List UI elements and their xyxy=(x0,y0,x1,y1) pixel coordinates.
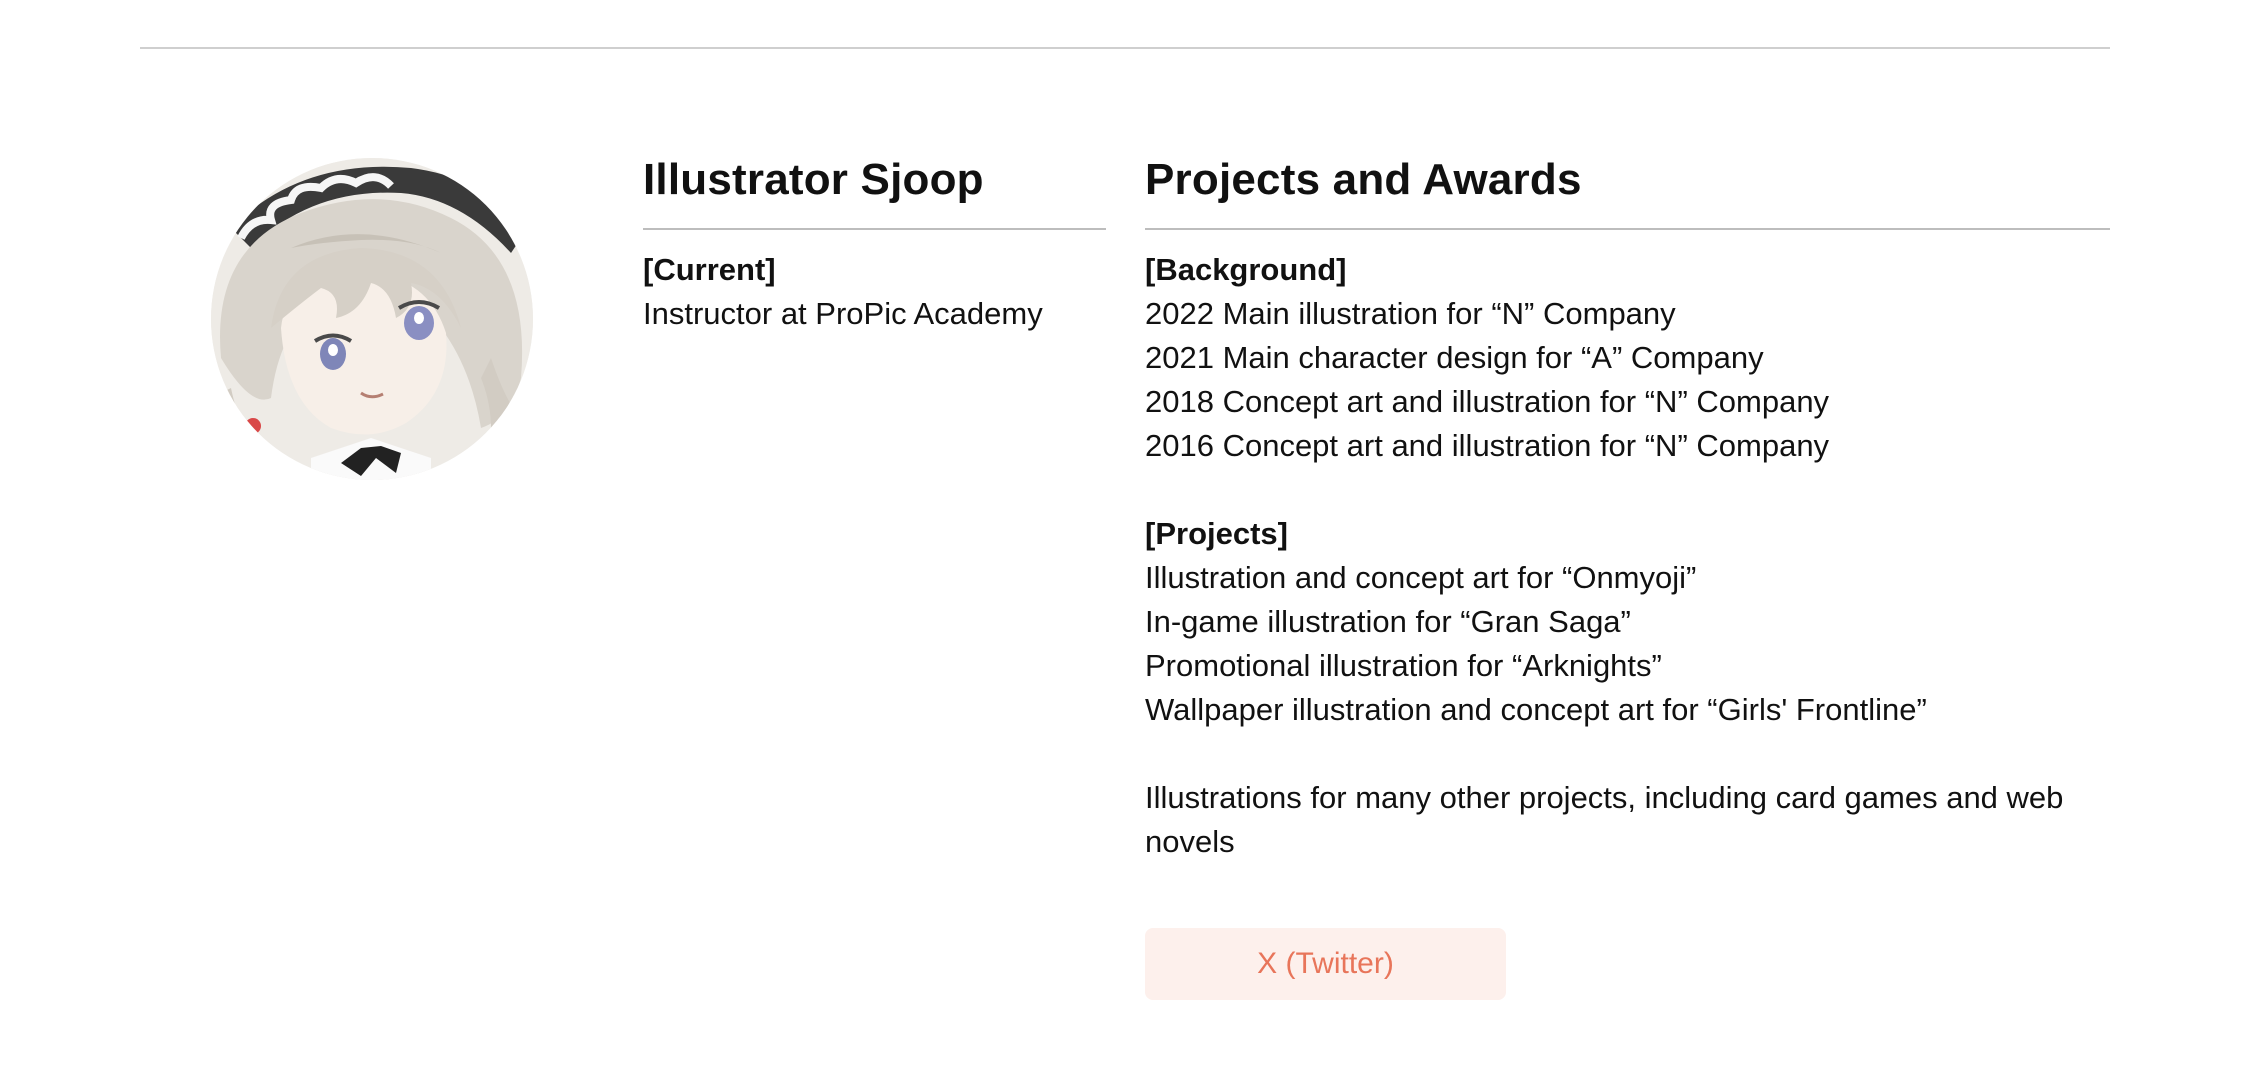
current-role: Instructor at ProPic Academy xyxy=(643,296,1043,331)
background-item: 2018 Concept art and illustration for “N… xyxy=(1145,384,1830,419)
other-projects-note: Illustrations for many other projects, i… xyxy=(1145,780,2064,859)
awards-column: Projects and Awards [Background] 2022 Ma… xyxy=(1145,148,2110,1000)
project-item: Illustration and concept art for “Onmyoj… xyxy=(1145,560,1697,595)
background-item: 2022 Main illustration for “N” Company xyxy=(1145,296,1676,331)
illustrator-name: Illustrator Sjoop xyxy=(643,155,984,204)
project-item: Wallpaper illustration and concept art f… xyxy=(1145,692,1927,727)
project-item: In-game illustration for “Gran Saga” xyxy=(1145,604,1631,639)
avatar xyxy=(211,158,533,480)
x-twitter-button[interactable]: X (Twitter) xyxy=(1145,928,1506,1000)
background-label: [Background] xyxy=(1145,252,1347,287)
awards-divider xyxy=(1145,228,2110,230)
profile-column: Illustrator Sjoop [Current] Instructor a… xyxy=(643,148,1106,336)
top-divider xyxy=(140,47,2110,49)
current-label: [Current] xyxy=(643,252,776,287)
awards-title: Projects and Awards xyxy=(1145,155,1582,204)
projects-label: [Projects] xyxy=(1145,516,1288,551)
background-item: 2016 Concept art and illustration for “N… xyxy=(1145,428,1830,463)
project-item: Promotional illustration for “Arknights” xyxy=(1145,648,1662,683)
avatar-illustration xyxy=(211,158,533,480)
background-item: 2021 Main character design for “A” Compa… xyxy=(1145,340,1764,375)
profile-divider xyxy=(643,228,1106,230)
